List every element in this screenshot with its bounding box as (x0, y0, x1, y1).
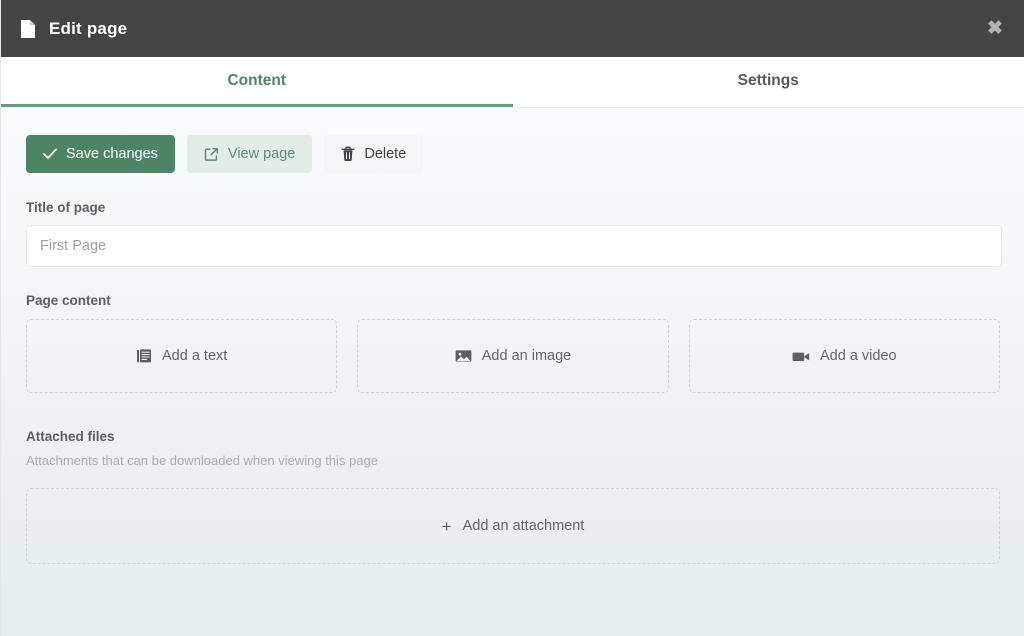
add-an-attachment-button[interactable]: + Add an attachment (26, 488, 1000, 564)
check-icon (43, 148, 57, 160)
image-icon (455, 349, 472, 363)
page-title: Edit page (49, 19, 128, 38)
add-a-video-label: Add a video (820, 348, 897, 364)
trash-icon (341, 146, 355, 162)
page-title-input[interactable] (26, 225, 1002, 267)
tab-content[interactable]: Content (1, 57, 513, 107)
add-an-image-label: Add an image (481, 348, 572, 364)
modal-body: Save changes View page Delete Title of p… (1, 108, 1024, 636)
attached-files-subtitle: Attachments that can be downloaded when … (26, 453, 378, 468)
title-of-page-label: Title of page (26, 200, 106, 215)
close-icon[interactable]: ✖ (984, 18, 1006, 40)
view-page-button[interactable]: View page (186, 135, 313, 173)
tab-bar: Content Settings (1, 57, 1024, 108)
text-block-icon (136, 348, 152, 364)
attached-files-heading: Attached files (26, 429, 115, 444)
add-an-attachment-label: Add an attachment (462, 518, 585, 534)
delete-label: Delete (364, 145, 407, 162)
delete-button[interactable]: Delete (324, 135, 424, 173)
add-a-text-label: Add a text (162, 348, 228, 364)
save-changes-label: Save changes (66, 145, 158, 162)
edit-page-modal: Edit page ✖ Content Settings Save change… (0, 0, 1024, 636)
plus-icon: + (441, 516, 452, 536)
add-a-text-button[interactable]: Add a text (26, 319, 338, 393)
view-page-label: View page (227, 145, 296, 162)
video-camera-icon (792, 350, 810, 363)
tab-settings[interactable]: Settings (513, 57, 1024, 107)
add-a-video-button[interactable]: Add a video (688, 319, 1000, 393)
content-block-row: Add a text Add an image Add a video (26, 319, 1000, 393)
add-an-image-button[interactable]: Add an image (357, 319, 669, 393)
document-icon (19, 19, 37, 38)
modal-header: Edit page ✖ (1, 0, 1024, 57)
external-link-icon (204, 147, 219, 162)
action-button-row: Save changes View page Delete (26, 135, 1000, 173)
page-content-label: Page content (26, 293, 111, 308)
save-changes-button[interactable]: Save changes (26, 135, 175, 173)
